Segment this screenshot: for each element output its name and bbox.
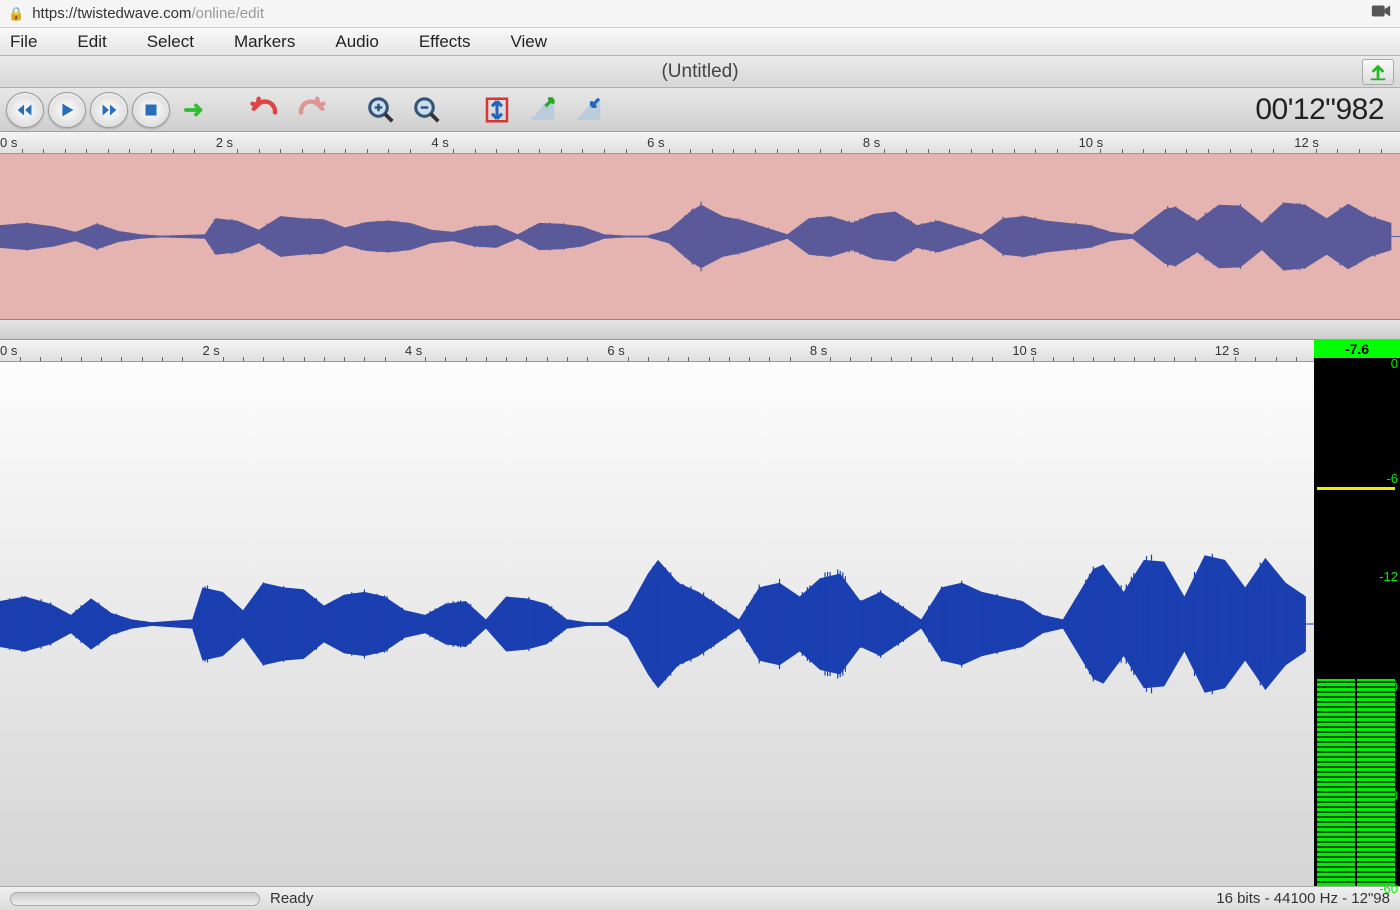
- ruler-tick: 6 s: [607, 343, 624, 358]
- title-bar: (Untitled): [0, 56, 1400, 88]
- ruler-tick: 0 s: [0, 135, 17, 150]
- menu-bar: File Edit Select Markers Audio Effects V…: [0, 28, 1400, 56]
- camera-icon[interactable]: [1370, 0, 1392, 27]
- meter-scale-label: -12: [1379, 569, 1398, 584]
- ruler-tick: 8 s: [810, 343, 827, 358]
- menu-view[interactable]: View: [511, 32, 548, 52]
- meter-peak-line: [1317, 487, 1395, 490]
- zoom-in-button[interactable]: [360, 92, 402, 128]
- lock-icon: 🔒: [8, 6, 24, 22]
- menu-effects[interactable]: Effects: [419, 32, 471, 52]
- ruler-tick: 2 s: [202, 343, 219, 358]
- stop-button[interactable]: [132, 92, 170, 128]
- toolbar: 00'12"982: [0, 88, 1400, 132]
- menu-edit[interactable]: Edit: [77, 32, 106, 52]
- meter-scale-label: 0: [1391, 356, 1398, 371]
- menu-file[interactable]: File: [10, 32, 37, 52]
- ruler-tick: 10 s: [1079, 135, 1104, 150]
- level-meter: -7.6 0-6-12-20-30-60: [1314, 340, 1400, 886]
- status-text: Ready: [270, 890, 313, 907]
- ruler-tick: 6 s: [647, 135, 664, 150]
- fade-out-button[interactable]: [568, 92, 610, 128]
- progress-bar: [10, 892, 260, 906]
- zoom-out-button[interactable]: [406, 92, 448, 128]
- ruler-tick: 4 s: [405, 343, 422, 358]
- main-waveform[interactable]: [0, 362, 1314, 886]
- divider-bar: [0, 320, 1400, 340]
- main-ruler[interactable]: 0 s 2 s 4 s 6 s 8 s 10 s 12 s: [0, 340, 1314, 362]
- rewind-button[interactable]: [6, 92, 44, 128]
- loop-arrow-button[interactable]: [174, 92, 216, 128]
- play-button[interactable]: [48, 92, 86, 128]
- meter-bar: [1357, 679, 1395, 886]
- ruler-tick: 12 s: [1215, 343, 1240, 358]
- ruler-tick: 12 s: [1294, 135, 1319, 150]
- ruler-tick: 0 s: [0, 343, 17, 358]
- status-bar: Ready 16 bits - 44100 Hz - 12"98: [0, 886, 1400, 910]
- overview-ruler[interactable]: 0 s 2 s 4 s 6 s 8 s 10 s 12 s: [0, 132, 1400, 154]
- url-text[interactable]: https://twistedwave.com/online/edit: [32, 5, 1362, 22]
- meter-peak-value: -7.6: [1314, 340, 1400, 358]
- meter-bar: [1317, 679, 1355, 886]
- browser-url-bar: 🔒 https://twistedwave.com/online/edit: [0, 0, 1400, 28]
- menu-select[interactable]: Select: [147, 32, 194, 52]
- meter-scale-label: -6: [1386, 471, 1398, 486]
- ruler-tick: 4 s: [431, 135, 448, 150]
- fast-forward-button[interactable]: [90, 92, 128, 128]
- ruler-tick: 8 s: [863, 135, 880, 150]
- document-title: (Untitled): [661, 61, 738, 83]
- ruler-tick: 10 s: [1012, 343, 1037, 358]
- time-display: 00'12"982: [1255, 93, 1394, 127]
- menu-markers[interactable]: Markers: [234, 32, 295, 52]
- fit-vertical-button[interactable]: [476, 92, 518, 128]
- status-format-text: 16 bits - 44100 Hz - 12"98: [1216, 890, 1400, 907]
- overview-waveform[interactable]: [0, 154, 1400, 320]
- undo-button[interactable]: [244, 92, 286, 128]
- fade-in-button[interactable]: [522, 92, 564, 128]
- redo-button[interactable]: [290, 92, 332, 128]
- menu-audio[interactable]: Audio: [335, 32, 378, 52]
- ruler-tick: 2 s: [216, 135, 233, 150]
- save-upload-button[interactable]: [1362, 59, 1394, 85]
